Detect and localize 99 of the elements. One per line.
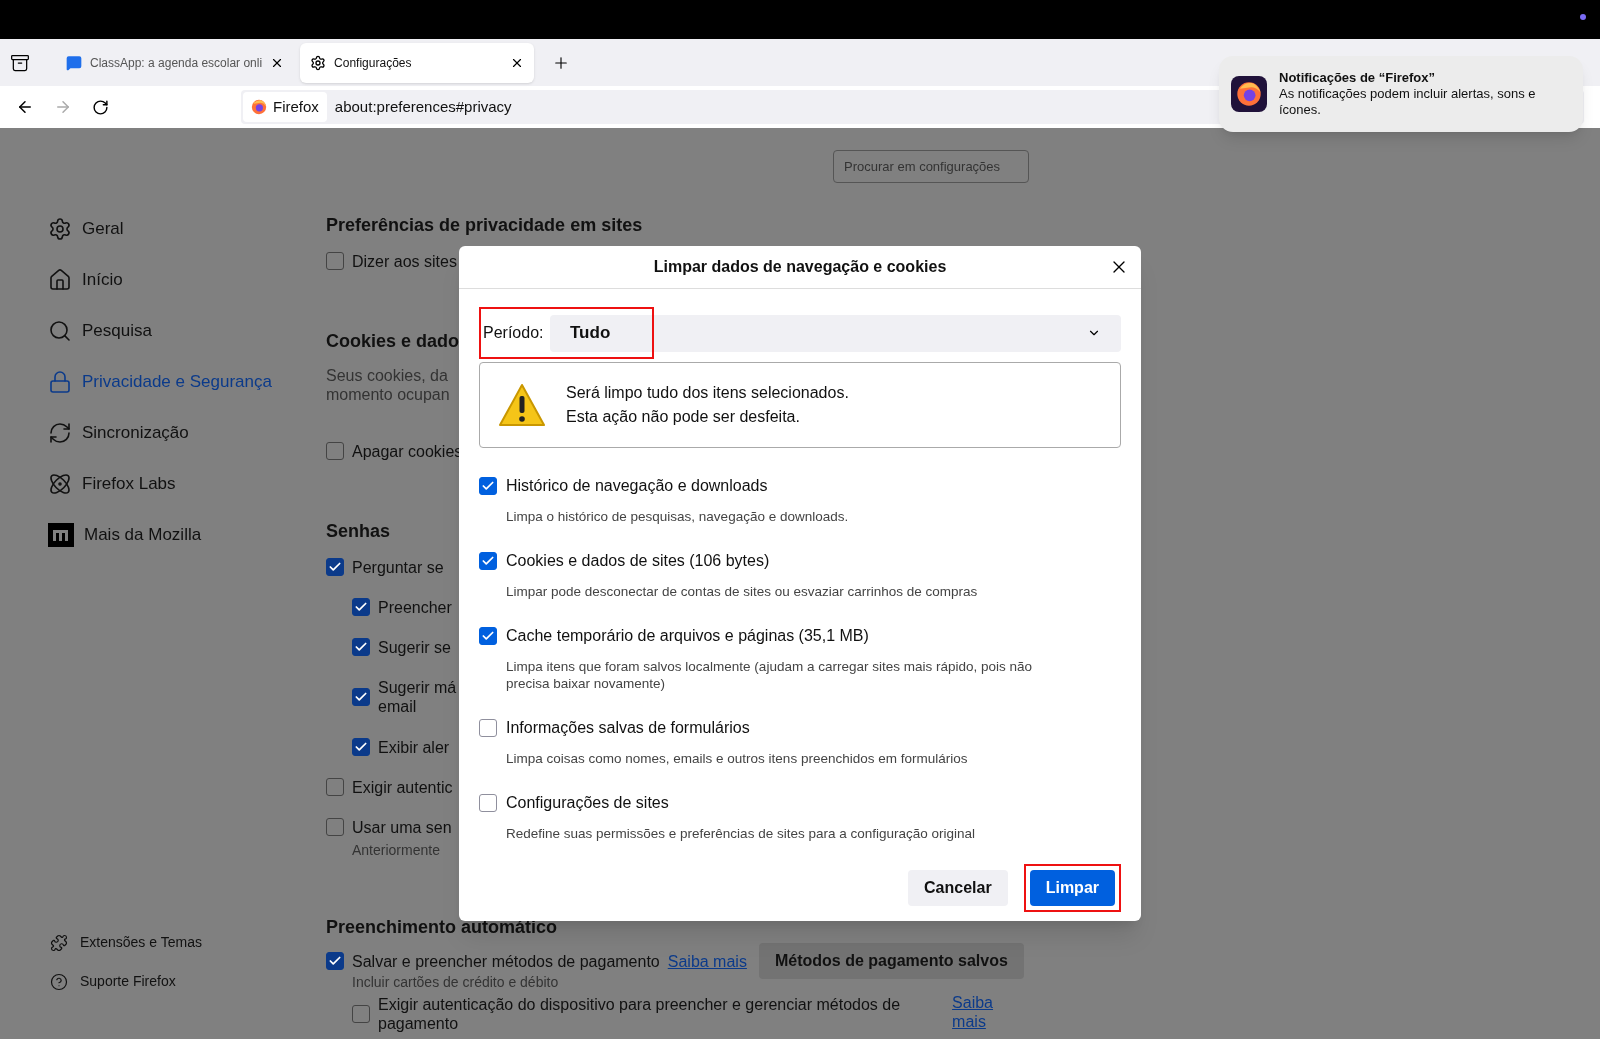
checkbox[interactable] [479, 794, 497, 812]
checkbox-label: Exibir aler [378, 737, 450, 757]
browser-tab[interactable]: Configurações [300, 42, 535, 83]
gear-icon [310, 54, 327, 71]
saved-payments-button[interactable]: Métodos de pagamento salvos [758, 943, 1024, 979]
sync-icon [48, 421, 72, 445]
checkbox-label: Preencher [378, 597, 452, 617]
chat-icon [66, 54, 82, 71]
check-icon [354, 690, 368, 704]
browser-tab[interactable]: ClassApp: a agenda escolar onli [56, 42, 295, 83]
option-description: Limpa itens que foram salvos localmente (ajudam a carregar sites mais rápido, pois não precisa baixar novamente) [506, 658, 1033, 692]
checkbox-label: Exigir autentic [352, 777, 453, 797]
sidebar-item[interactable]: Firefox Labs [48, 470, 326, 498]
check-icon [328, 560, 342, 574]
checkbox[interactable] [326, 952, 344, 970]
checkbox[interactable] [326, 442, 344, 460]
checkbox[interactable] [352, 638, 370, 656]
gear-icon [48, 217, 72, 241]
learn-more-link[interactable]: Saiba mais [952, 993, 997, 1031]
sidebar-item[interactable]: Início [48, 266, 326, 294]
checkbox-label: Sugerir má [378, 678, 457, 697]
check-icon [354, 740, 368, 754]
option-label: Configurações de sites [506, 793, 669, 813]
sidebar-item[interactable]: Geral [48, 215, 326, 243]
section-heading: Preenchimento automático [326, 916, 558, 939]
checkbox[interactable] [352, 598, 370, 616]
sidebar-item[interactable]: Mais da Mozilla [48, 521, 326, 549]
checkbox[interactable] [326, 252, 344, 270]
checkbox-label: Sugerir se [378, 637, 451, 657]
checkbox[interactable] [479, 627, 497, 645]
option-description: Limpa coisas como nomes, emails e outros itens preenchidos em formulários [506, 750, 969, 767]
option-description: Redefine suas permissões e preferências de sites para a configuração original [506, 825, 976, 842]
cancel-button[interactable]: Cancelar [908, 870, 1008, 906]
notification-toast[interactable]: Notificações de “Firefox” As notificações podem incluir alertas, sons e ícones. [1219, 56, 1583, 132]
warning-text: Será limpo tudo dos itens selecionados. [566, 383, 849, 403]
firefox-icon [251, 99, 267, 115]
checkbox[interactable] [479, 477, 497, 495]
section-heading: Cookies e dado [326, 330, 460, 353]
url-text: about:preferences#privacy [334, 96, 512, 117]
clear-button[interactable]: Limpar [1029, 870, 1115, 906]
tab-list-icon[interactable] [10, 52, 30, 73]
warning-text: Esta ação não pode ser desfeita. [566, 407, 801, 427]
check-icon [481, 629, 495, 643]
option-label: Cache temporário de arquivos e páginas (35,1 MB) [506, 626, 869, 646]
home-icon [48, 268, 72, 292]
warning-icon [498, 383, 546, 427]
checkbox-label: Dizer aos sites [352, 251, 457, 271]
checkbox[interactable] [352, 738, 370, 756]
puzzle-icon [50, 933, 68, 952]
sidebar-item[interactable]: Privacidade e Segurança [48, 368, 326, 396]
checkbox[interactable] [326, 558, 344, 576]
description-text: momento ocupan [326, 385, 450, 404]
checkbox[interactable] [352, 688, 370, 706]
checkbox-label: Exigir autenticação do dispositivo para preencher e gerenciar métodos de [378, 995, 901, 1014]
lock-icon [48, 370, 72, 394]
identity-label: Firefox [273, 96, 319, 117]
tab-title: Configurações [334, 54, 413, 72]
option-label: Informações salvas de formulários [506, 718, 750, 738]
sidebar-item[interactable]: Sincronização [48, 419, 326, 447]
checkbox[interactable] [326, 778, 344, 796]
sidebar-item[interactable]: Pesquisa [48, 317, 326, 345]
checkbox[interactable] [352, 1005, 370, 1023]
learn-more-link[interactable]: Saiba mais [667, 951, 747, 971]
section-heading: Senhas [326, 520, 391, 543]
note-text: Anteriormente [352, 841, 440, 859]
check-icon [481, 554, 495, 568]
sidebar-link[interactable]: Extensões e Temas [50, 932, 326, 953]
note-text: Incluir cartões de crédito e débito [352, 973, 559, 991]
sidebar-link[interactable]: Suporte Firefox [50, 971, 326, 992]
reload-icon[interactable] [92, 98, 109, 116]
checkbox-label: Usar uma sen [352, 817, 452, 837]
checkbox-label: email [378, 697, 418, 716]
tab-title: ClassApp: a agenda escolar onli [90, 54, 263, 72]
back-icon[interactable] [16, 98, 34, 116]
checkbox[interactable] [479, 552, 497, 570]
checkbox-label: Perguntar se [352, 557, 444, 577]
section-heading: Preferências de privacidade em sites [326, 214, 643, 237]
checkbox-label: Salvar e preencher métodos de pagamento [352, 951, 660, 971]
option-description: Limpa o histórico de pesquisas, navegação e downloads. [506, 508, 850, 525]
search-icon [48, 319, 72, 343]
period-select[interactable]: Tudo [550, 314, 1121, 352]
atom-icon [48, 472, 72, 496]
check-icon [354, 600, 368, 614]
description-text: Seus cookies, da [326, 366, 449, 385]
notification-title: Notificações de “Firefox” [1279, 70, 1437, 86]
mozilla-logo-icon [48, 523, 74, 547]
option-description: Limpar pode desconectar de contas de sites ou esvaziar carrinhos de compras [506, 583, 979, 600]
search-field[interactable]: Procurar em configurações [833, 150, 1029, 183]
option-label: Cookies e dados de sites (106 bytes) [506, 551, 770, 571]
period-label: Período: [482, 323, 545, 343]
option-label: Histórico de navegação e downloads [506, 476, 768, 496]
checkbox[interactable] [479, 719, 497, 737]
checkbox-label: pagamento [378, 1014, 460, 1033]
help-icon [50, 972, 68, 991]
check-icon [481, 479, 495, 493]
dialog-title: Limpar dados de navegação e cookies [653, 257, 947, 277]
check-icon [354, 640, 368, 654]
checkbox[interactable] [326, 818, 344, 836]
check-icon [328, 954, 342, 968]
